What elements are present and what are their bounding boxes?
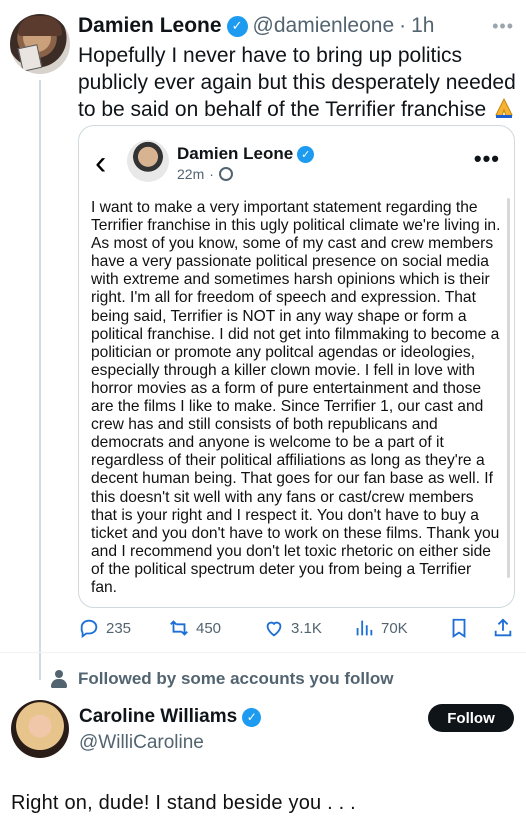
thread-line xyxy=(39,80,41,680)
repost-count: 450 xyxy=(196,619,222,637)
author-name[interactable]: Damien Leone xyxy=(78,14,222,38)
reply-button[interactable]: 235 xyxy=(78,617,131,639)
suggested-user-name-row: Caroline Williams ✓ xyxy=(79,706,262,728)
section-divider xyxy=(0,652,526,653)
embedded-author-name[interactable]: Damien Leone xyxy=(177,144,293,164)
reply-count: 235 xyxy=(106,619,132,637)
embedded-avatar[interactable] xyxy=(127,140,169,182)
damien-avatar[interactable] xyxy=(10,14,70,74)
embedded-time: 22m xyxy=(177,166,205,182)
share-button[interactable] xyxy=(492,617,514,639)
comment-text: Right on, dude! I stand beside you . . . xyxy=(11,792,356,814)
bookmark-button[interactable] xyxy=(448,617,470,639)
followed-by-text: Followed by some accounts you follow xyxy=(78,669,394,688)
suggested-verified-icon: ✓ xyxy=(242,707,262,727)
views-icon xyxy=(356,620,373,636)
repost-button[interactable]: 450 xyxy=(168,617,221,639)
folded-hands-icon xyxy=(492,97,516,119)
tweet-actions: 235 450 3.1K 70K xyxy=(78,615,518,641)
reply-icon xyxy=(80,619,98,639)
meta-dot: · xyxy=(209,166,214,182)
embedded-body: I want to make a very important statemen… xyxy=(91,199,501,596)
heart-icon xyxy=(266,621,282,637)
share-icon xyxy=(494,618,512,637)
avatar-poster xyxy=(17,44,43,72)
more-options-icon[interactable]: ••• xyxy=(492,16,514,37)
avatar-cap xyxy=(18,16,62,36)
embedded-post-card[interactable]: ‹ Damien Leone ✓ 22m · ••• I want to mak… xyxy=(78,125,515,608)
tweet-text: Hopefully I never have to bring up polit… xyxy=(78,42,518,123)
suggested-user-handle[interactable]: @WilliCaroline xyxy=(79,732,204,754)
follow-button[interactable]: Follow xyxy=(428,704,514,732)
embedded-author: Damien Leone ✓ xyxy=(177,144,315,164)
author-handle[interactable]: @damienleone xyxy=(253,14,395,38)
caroline-avatar[interactable] xyxy=(11,700,69,758)
followed-by-row: Followed by some accounts you follow xyxy=(50,669,393,689)
bookmark-icon xyxy=(452,618,466,638)
tweet-text-content: Hopefully I never have to bring up polit… xyxy=(78,44,516,121)
embedded-meta: 22m · xyxy=(177,166,233,182)
repost-icon xyxy=(170,620,188,636)
embedded-verified-icon: ✓ xyxy=(297,145,315,163)
like-count: 3.1K xyxy=(291,619,322,637)
globe-icon xyxy=(218,167,233,181)
separator-dot: · xyxy=(399,14,407,37)
scrollbar[interactable] xyxy=(507,198,510,578)
user-icon xyxy=(50,670,68,688)
tweet-header: Damien Leone ✓ @damienleone · 1h xyxy=(78,14,434,38)
tweet-time[interactable]: 1h xyxy=(411,14,434,38)
like-button[interactable]: 3.1K xyxy=(263,617,322,639)
verified-badge-icon: ✓ xyxy=(226,15,248,37)
view-count: 70K xyxy=(381,619,408,637)
back-icon[interactable]: ‹ xyxy=(95,146,106,180)
embedded-more-icon[interactable]: ••• xyxy=(474,146,500,172)
suggested-user-name[interactable]: Caroline Williams xyxy=(79,706,237,728)
views-button[interactable]: 70K xyxy=(353,617,408,639)
